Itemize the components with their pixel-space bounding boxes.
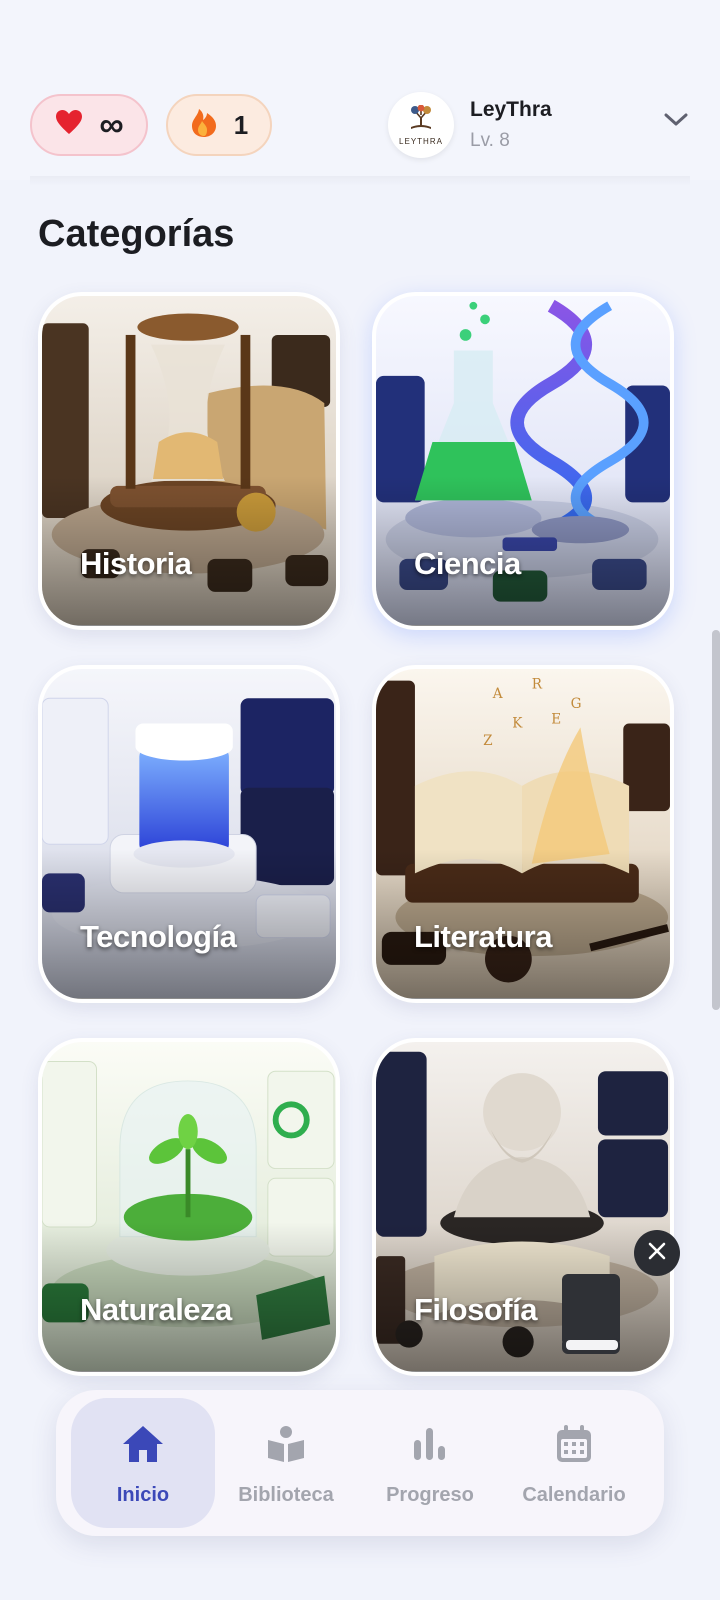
- svg-text:G: G: [571, 696, 582, 712]
- category-label: Tecnología: [80, 919, 237, 954]
- nav-progreso[interactable]: Progreso: [358, 1398, 502, 1528]
- category-label: Literatura: [414, 919, 552, 954]
- lives-value: ∞: [99, 105, 123, 144]
- nav-inicio[interactable]: Inicio: [71, 1398, 215, 1528]
- reading-icon: [266, 1422, 306, 1466]
- header-divider: [30, 176, 690, 186]
- close-floating-button[interactable]: [634, 1230, 680, 1276]
- bar-chart-icon: [412, 1422, 448, 1466]
- nav-label: Calendario: [522, 1484, 626, 1506]
- category-label: Filosofía: [414, 1292, 537, 1327]
- nav-label: Inicio: [116, 1484, 170, 1506]
- heart-icon: [55, 109, 83, 142]
- bottom-navigation: Inicio Biblioteca Progreso Calendario: [56, 1390, 664, 1536]
- category-label: Naturaleza: [80, 1292, 232, 1327]
- scrollbar-thumb[interactable]: [712, 630, 720, 1010]
- category-card-naturaleza[interactable]: Naturaleza: [38, 1038, 340, 1376]
- svg-text:K: K: [512, 715, 523, 731]
- svg-text:R: R: [532, 676, 543, 692]
- home-icon: [121, 1422, 165, 1466]
- tree-logo-icon: [406, 104, 436, 136]
- nav-biblioteca[interactable]: Biblioteca: [214, 1398, 358, 1528]
- flame-icon: [190, 106, 218, 145]
- avatar[interactable]: LEYTHRA: [388, 92, 454, 158]
- top-bar: ∞ 1 LEYTHRA LeyThra Lv. 8: [0, 0, 720, 180]
- category-label: Ciencia: [414, 546, 521, 581]
- page-title: Categorías: [38, 213, 235, 255]
- category-card-historia[interactable]: Historia: [38, 292, 340, 630]
- logo-text: LEYTHRA: [399, 136, 443, 146]
- user-level: Lv. 8: [470, 130, 510, 151]
- username: LeyThra: [470, 98, 552, 121]
- svg-text:Z: Z: [483, 733, 492, 749]
- category-card-filosofia[interactable]: Filosofía: [372, 1038, 674, 1376]
- category-card-tecnologia[interactable]: Tecnología: [38, 665, 340, 1003]
- nav-label: Biblioteca: [238, 1484, 334, 1506]
- streak-badge[interactable]: 1: [166, 94, 272, 156]
- streak-value: 1: [233, 109, 249, 140]
- close-icon: [647, 1241, 667, 1266]
- nav-calendario[interactable]: Calendario: [502, 1398, 646, 1528]
- profile-chip[interactable]: LEYTHRA LeyThra Lv. 8: [388, 92, 552, 158]
- book-icon: [560, 1274, 622, 1362]
- book-widget-button[interactable]: [560, 1272, 622, 1363]
- nav-label: Progreso: [386, 1484, 474, 1506]
- category-card-ciencia[interactable]: Ciencia: [372, 292, 674, 630]
- lives-badge[interactable]: ∞: [30, 94, 148, 156]
- svg-text:A: A: [492, 686, 503, 702]
- category-label: Historia: [80, 546, 192, 581]
- chevron-down-icon[interactable]: [664, 112, 688, 133]
- svg-text:E: E: [551, 712, 561, 728]
- calendar-icon: [555, 1422, 593, 1466]
- category-card-literatura[interactable]: A R G K E Z Literatura: [372, 665, 674, 1003]
